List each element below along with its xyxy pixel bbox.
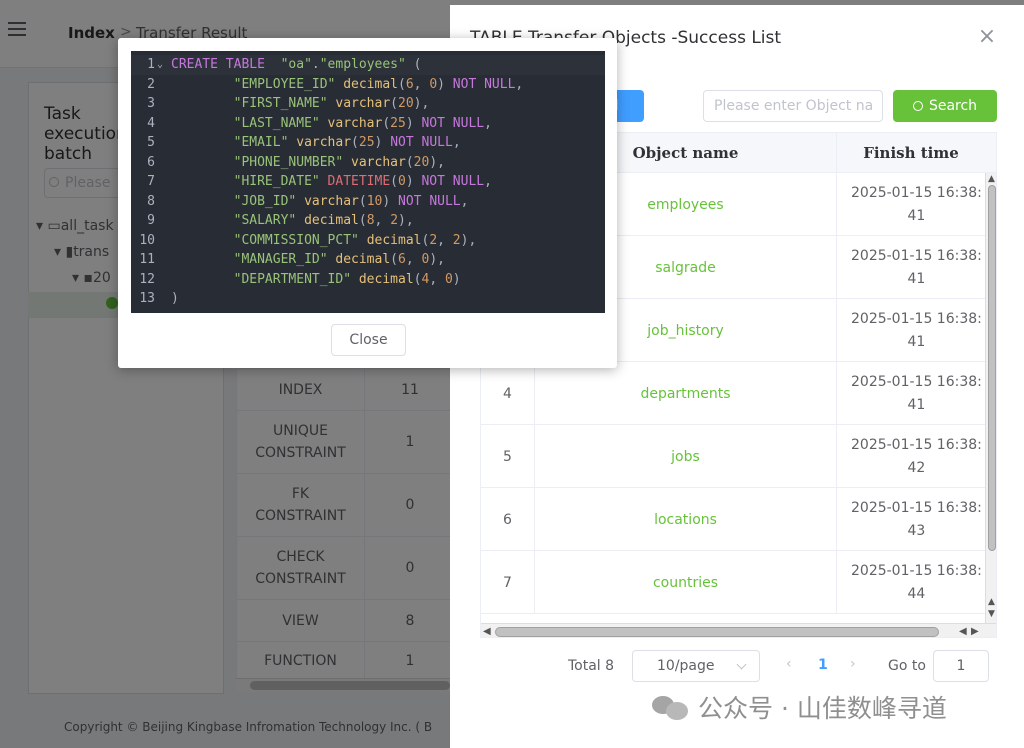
close-icon[interactable]: × [976, 26, 998, 48]
code-line: 3 "FIRST_NAME" varchar(20), [131, 94, 605, 114]
watermark-text: 公众号 · 山佳数峰寻道 [698, 694, 947, 723]
line-number: 8 [147, 193, 155, 209]
code-line: 12 "DEPARTMENT_ID" decimal(4, 0) [131, 270, 605, 290]
search-button[interactable]: Search [893, 90, 997, 122]
line-number: 9 [147, 213, 155, 228]
line-number: 3 [147, 96, 155, 111]
line-number: 10 [139, 232, 155, 248]
code-line: 8 "JOB_ID" varchar(10) NOT NULL, [131, 192, 605, 212]
code-line: 9 "SALARY" decimal(8, 2), [131, 211, 605, 231]
table-row[interactable]: 6 locations 2025-01-15 16:38: 43 [481, 488, 985, 551]
code-line: 1 ⌄ CREATE TABLE "oa"."employees" ( [131, 55, 605, 75]
code-line: 10 "COMMISSION_PCT" decimal(2, 2), [131, 231, 605, 251]
goto-page-input[interactable] [933, 650, 989, 682]
column-header-finish-time[interactable]: Finish time [837, 133, 985, 173]
code-line: 2 "EMPLOYEE_ID" decimal(6, 0) NOT NULL, [131, 75, 605, 95]
table-row[interactable]: 4 departments 2025-01-15 16:38: 41 [481, 362, 985, 425]
table-row[interactable]: 7 countries 2025-01-15 16:38: 44 [481, 551, 985, 614]
code-line: 13) [131, 289, 605, 309]
code-line: 4 "LAST_NAME" varchar(25) NOT NULL, [131, 114, 605, 134]
table-horizontal-scrollbar[interactable]: ◀ ◀ ▶ [481, 623, 996, 637]
line-number: 7 [147, 174, 155, 189]
page-number-current[interactable]: 1 [818, 657, 828, 673]
line-number: 13 [139, 291, 155, 306]
object-name-input[interactable] [703, 90, 883, 122]
page-size-value: 10/page [657, 658, 715, 674]
watermark: 公众号 · 山佳数峰寻道 [652, 690, 997, 724]
prev-page-button[interactable]: ‹ [786, 656, 792, 672]
code-line: 5 "EMAIL" varchar(25) NOT NULL, [131, 133, 605, 153]
close-button[interactable]: Close [331, 324, 406, 356]
pagination-total: Total 8 [568, 658, 615, 674]
line-number: 1 [147, 57, 155, 72]
line-number: 12 [139, 271, 155, 287]
code-editor[interactable]: 1 ⌄ CREATE TABLE "oa"."employees" (2 "EMPL… [131, 51, 605, 313]
line-number: 11 [139, 252, 155, 267]
next-page-button[interactable]: › [850, 656, 856, 672]
line-number: 2 [147, 76, 155, 92]
search-icon [912, 101, 923, 111]
table-row[interactable]: 5 jobs 2025-01-15 16:38: 42 [481, 425, 985, 488]
wechat-icon [652, 694, 690, 720]
line-number: 4 [147, 115, 155, 131]
line-number: 6 [147, 154, 155, 170]
page-size-select[interactable]: 10/page [632, 650, 760, 682]
fold-icon[interactable]: ⌄ [157, 55, 163, 75]
chevron-down-icon [736, 659, 747, 670]
code-dialog: 1 ⌄ CREATE TABLE "oa"."employees" (2 "EMPL… [118, 38, 617, 368]
search-button-label: Search [928, 98, 978, 114]
code-line: 6 "PHONE_NUMBER" varchar(20), [131, 153, 605, 173]
table-vertical-scrollbar[interactable]: ▲ ▲ ▼ [985, 173, 996, 623]
goto-label: Go to [888, 658, 926, 674]
code-line: 7 "HIRE_DATE" DATETIME(0) NOT NULL, [131, 172, 605, 192]
code-line: 11 "MANAGER_ID" decimal(6, 0), [131, 250, 605, 270]
line-number: 5 [147, 135, 155, 150]
